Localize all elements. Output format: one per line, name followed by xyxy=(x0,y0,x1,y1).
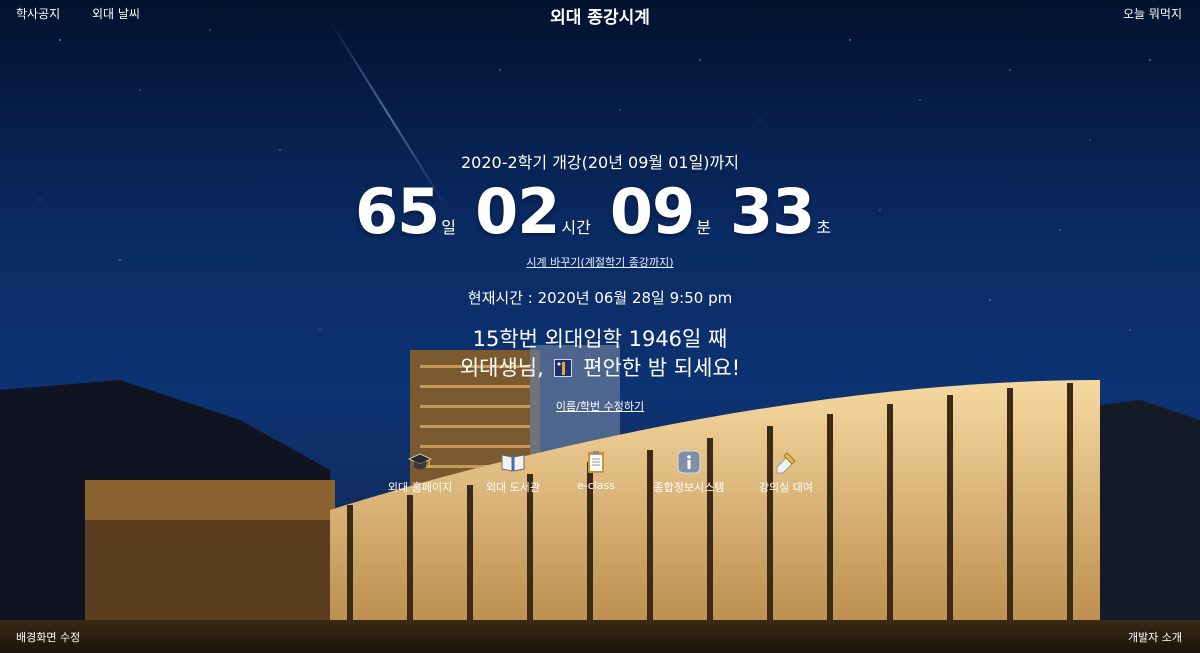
edit-name-row: 이름/학번 수정하기 xyxy=(0,398,1200,414)
quick-link-homepage[interactable]: 외대 홈페이지 xyxy=(370,449,470,495)
quick-link-label: 강의실 대여 xyxy=(758,481,814,494)
switch-clock-link[interactable]: 시계 바꾸기(계절학기 종강까지) xyxy=(526,256,673,269)
enrollment-days-line: 15학번 외대입학 1946일 째 xyxy=(472,327,728,351)
countdown-hours: 02 xyxy=(475,175,560,248)
greeting-prefix: 외대생님, xyxy=(459,356,544,380)
background-stage: 학사공지 외대 날씨 외대 종강시계 오늘 뭐먹지 2020-2학기 개강(20… xyxy=(0,0,1200,653)
graduation-cap-icon xyxy=(408,453,432,470)
quick-link-info-system[interactable]: 종합정보시스템 xyxy=(639,449,739,495)
countdown-target-label: 2020-2학기 개강(20년 09월 01일)까지 xyxy=(461,153,739,172)
edit-name-link[interactable]: 이름/학번 수정하기 xyxy=(556,400,644,413)
quick-link-label: 외대 도서관 xyxy=(485,481,541,494)
pencil-note-icon xyxy=(776,452,796,474)
edit-background-link[interactable]: 배경화면 수정 xyxy=(16,629,80,645)
current-time: 현재시간 : 2020년 06월 28일 9:50 pm xyxy=(467,289,733,307)
countdown-minutes: 09 xyxy=(609,175,695,248)
countdown-days: 65 xyxy=(354,175,440,248)
quick-link-label: 외대 홈페이지 xyxy=(387,481,453,494)
quick-link-label: e-class xyxy=(576,479,616,492)
quick-link-label: 종합정보시스템 xyxy=(653,481,725,494)
nav-link-todays-menu[interactable]: 오늘 뭐먹지 xyxy=(1123,5,1182,22)
clipboard-icon xyxy=(588,451,604,473)
nav-link-academic-notice[interactable]: 학사공지 xyxy=(16,5,60,22)
greeting-suffix: 편안한 밤 되세요! xyxy=(583,356,741,380)
quick-link-room-rental[interactable]: 강의실 대여 xyxy=(736,449,836,495)
countdown-seconds-unit: 초 xyxy=(816,218,832,237)
countdown-timer: 65 일 02 시간 09 분 33 초 xyxy=(0,175,1200,248)
countdown-seconds: 33 xyxy=(730,175,815,248)
developer-intro-link[interactable]: 개발자 소개 xyxy=(1128,629,1182,645)
info-icon xyxy=(677,450,701,474)
quick-link-eclass[interactable]: e-class xyxy=(546,449,646,492)
countdown-days-unit: 일 xyxy=(441,218,456,237)
countdown-hours-unit: 시간 xyxy=(561,218,591,237)
switch-clock-row: 시계 바꾸기(계절학기 종강까지) xyxy=(0,254,1200,270)
nav-link-weather[interactable]: 외대 날씨 xyxy=(92,5,140,22)
greeting-line: 외대생님, 편안한 밤 되세요! xyxy=(0,352,1200,382)
night-scene-icon xyxy=(554,359,573,377)
open-book-icon xyxy=(501,454,525,472)
countdown-minutes-unit: 분 xyxy=(696,218,711,237)
